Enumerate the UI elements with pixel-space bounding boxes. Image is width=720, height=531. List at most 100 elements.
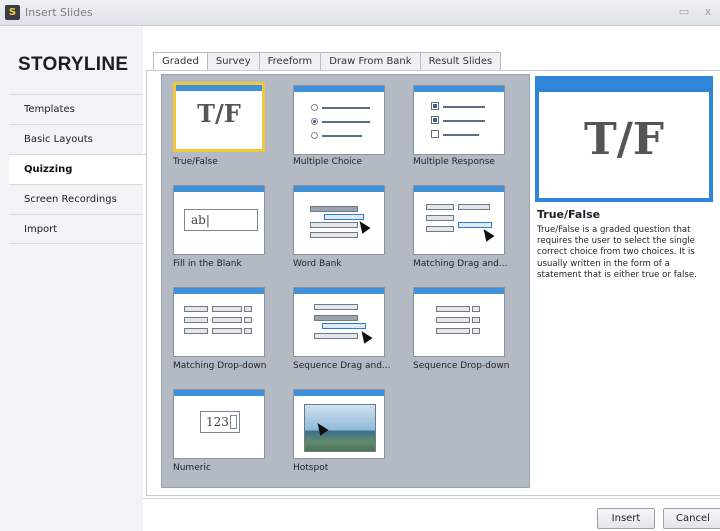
multiple-choice-thumbnail[interactable] <box>293 85 385 155</box>
sidebar-item-quizzing[interactable]: Quizzing <box>9 154 147 184</box>
window-title: Insert Slides <box>25 6 93 19</box>
word-chip <box>310 206 358 212</box>
option-line <box>443 120 485 122</box>
matching-dropdown-thumbnail[interactable] <box>173 287 265 357</box>
cancel-button[interactable]: Cancel <box>663 508 720 529</box>
word-chip-dragging <box>324 214 364 220</box>
dropdown-chip <box>212 317 242 323</box>
tf-glyph: T/F <box>197 99 241 128</box>
choice-chip <box>184 317 208 323</box>
tab-result-slides[interactable]: Result Slides <box>419 52 502 71</box>
minimize-icon[interactable]: ▭ <box>676 4 692 20</box>
tab-freeform[interactable]: Freeform <box>258 52 322 71</box>
dropdown-arrow-icon <box>472 328 480 334</box>
preview-thumbnail: T/F <box>535 76 713 202</box>
dropdown-arrow-icon <box>472 306 480 312</box>
word-chip <box>310 232 358 238</box>
tile-label-multiple-response: Multiple Response <box>413 157 495 167</box>
option-line <box>443 134 479 136</box>
sidebar: STORYLINE Templates Basic Layouts Quizzi… <box>0 26 147 531</box>
option-line <box>322 135 362 137</box>
numeric-value: 123 <box>206 415 229 429</box>
multiple-response-thumbnail[interactable] <box>413 85 505 155</box>
dropdown-arrow-icon <box>244 306 252 312</box>
thumb-header-bar <box>174 390 264 396</box>
sidebar-item-import[interactable]: Import <box>9 214 143 244</box>
word-bank-thumbnail[interactable] <box>293 185 385 255</box>
tile-label-numeric: Numeric <box>173 463 211 473</box>
numeric-input-glyph: 123 <box>200 411 240 433</box>
word-chip <box>310 222 358 228</box>
preview-tf-glyph: T/F <box>583 114 665 165</box>
dropdown-chip <box>436 306 470 312</box>
tile-label-true-false: True/False <box>173 157 218 167</box>
text-input-glyph: ab| <box>184 209 258 231</box>
close-icon[interactable]: x <box>700 4 716 20</box>
option-line <box>443 106 485 108</box>
sidebar-item-screen-recordings[interactable]: Screen Recordings <box>9 184 143 214</box>
sequence-dropdown-thumbnail[interactable] <box>413 287 505 357</box>
sequence-chip <box>314 315 358 321</box>
checkbox-icon <box>431 130 439 138</box>
insert-button[interactable]: Insert <box>597 508 655 529</box>
dropdown-arrow-icon <box>244 328 252 334</box>
thumb-header-bar <box>414 186 504 192</box>
sequence-drag-thumbnail[interactable] <box>293 287 385 357</box>
dropdown-chip <box>436 328 470 334</box>
dropdown-chip <box>436 317 470 323</box>
numeric-thumbnail[interactable]: 123 <box>173 389 265 459</box>
mouse-cursor-icon <box>479 226 495 242</box>
storyline-app-icon: S <box>5 5 20 20</box>
radio-icon <box>311 132 318 139</box>
tile-label-fill-in-the-blank: Fill in the Blank <box>173 259 242 269</box>
checkbox-checked-icon <box>431 116 439 124</box>
footer-divider <box>143 498 720 499</box>
choice-chip <box>426 204 454 210</box>
true-false-thumbnail[interactable]: T/F <box>173 82 265 152</box>
hotspot-thumbnail[interactable] <box>293 389 385 459</box>
choice-chip <box>184 306 208 312</box>
title-bar: S Insert Slides ▭ x <box>0 0 720 26</box>
tile-label-sequence-dropdown: Sequence Drop-down <box>413 361 510 371</box>
tab-draw-from-bank[interactable]: Draw From Bank <box>320 52 421 71</box>
sequence-chip <box>314 333 358 339</box>
option-line <box>322 107 370 109</box>
dropdown-arrow-icon <box>244 317 252 323</box>
choice-chip <box>184 328 208 334</box>
thumb-header-bar <box>414 288 504 294</box>
thumb-header-bar <box>294 390 384 396</box>
dropdown-chip <box>212 306 242 312</box>
spinner-icon <box>230 415 237 429</box>
thumb-header-bar <box>294 186 384 192</box>
thumb-header-bar <box>294 288 384 294</box>
thumb-header-bar <box>294 86 384 92</box>
thumb-header-bar <box>174 288 264 294</box>
tile-label-word-bank: Word Bank <box>293 259 342 269</box>
tab-survey[interactable]: Survey <box>206 52 260 71</box>
preview-title: True/False <box>537 208 601 221</box>
checkbox-checked-icon <box>431 102 439 110</box>
radio-selected-icon <box>311 118 318 125</box>
dropdown-chip <box>212 328 242 334</box>
match-chip <box>458 204 490 210</box>
tile-label-sequence-drag: Sequence Drag and... <box>293 361 391 371</box>
tile-label-multiple-choice: Multiple Choice <box>293 157 363 167</box>
sidebar-item-templates[interactable]: Templates <box>9 94 143 124</box>
mouse-cursor-icon <box>357 328 373 344</box>
thumb-header-bar <box>174 186 264 192</box>
sequence-chip-dragging <box>322 323 366 329</box>
question-type-tabs: Graded Survey Freeform Draw From Bank Re… <box>153 52 502 72</box>
brand-logo: STORYLINE <box>18 54 129 75</box>
matching-drag-thumbnail[interactable] <box>413 185 505 255</box>
sidebar-item-basic-layouts[interactable]: Basic Layouts <box>9 124 143 154</box>
fill-in-the-blank-thumbnail[interactable]: ab| <box>173 185 265 255</box>
tile-label-matching-drag: Matching Drag and... <box>413 259 508 269</box>
sequence-chip <box>314 304 358 310</box>
thumb-header-bar <box>414 86 504 92</box>
tile-label-matching-dropdown: Matching Drop-down <box>173 361 267 371</box>
radio-icon <box>311 104 318 111</box>
option-line <box>322 121 370 123</box>
preview-description: True/False is a graded question that req… <box>537 225 697 280</box>
tile-label-hotspot: Hotspot <box>293 463 329 473</box>
tab-graded[interactable]: Graded <box>153 52 208 72</box>
